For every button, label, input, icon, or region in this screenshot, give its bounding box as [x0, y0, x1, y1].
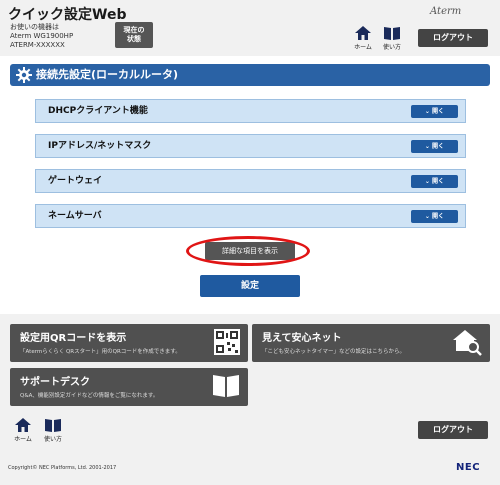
- accordion-label: ネームサーバ: [48, 211, 102, 221]
- current-status-label-1: 現在の: [123, 26, 145, 34]
- section-title: 接続先設定(ローカルルータ): [36, 68, 179, 81]
- logout-button[interactable]: ログアウト: [418, 29, 488, 47]
- accordion-ip-address[interactable]: IPアドレス/ネットマスク ⌄ 開く: [35, 134, 466, 158]
- submit-button[interactable]: 設定: [200, 275, 300, 297]
- footer-home-button[interactable]: ホーム: [10, 418, 36, 446]
- open-button[interactable]: ⌄ 開く: [411, 105, 458, 118]
- support-desk-card[interactable]: サポートデスク Q&A、機能別設定ガイドなどの情報をご覧になれます。: [10, 368, 248, 406]
- home-label: ホーム: [354, 44, 372, 51]
- book-icon: [384, 27, 400, 40]
- open-label: 開く: [432, 108, 445, 115]
- footer-usage-button[interactable]: 使い方: [40, 418, 66, 446]
- device-info: お使いの機器は Aterm WG1900HP ATERM-XXXXXX: [10, 23, 73, 50]
- mieru-anshin-card[interactable]: 見えて安心ネット 「こども安心ネットタイマー」などの設定はこちらから。: [252, 324, 490, 362]
- app-title: クイック設定Web: [8, 7, 127, 23]
- accordion-label: ゲートウェイ: [48, 176, 103, 186]
- chevron-down-icon: ⌄: [424, 143, 430, 150]
- home-icon: [355, 26, 371, 40]
- accordion-label: IPアドレス/ネットマスク: [48, 141, 152, 151]
- usage-button[interactable]: 使い方: [379, 26, 405, 54]
- gear-icon: [16, 67, 32, 83]
- qr-code-icon: [214, 329, 240, 355]
- usage-label: 使い方: [43, 436, 62, 443]
- current-status-label-2: 状態: [127, 35, 141, 43]
- accordion-name-server[interactable]: ネームサーバ ⌄ 開く: [35, 204, 466, 228]
- main-content: 接続先設定(ローカルルータ) DHCPクライアント機能 ⌄ 開く IPアドレス/…: [0, 56, 500, 314]
- open-label: 開く: [432, 213, 445, 220]
- card-description: 「Atermらくらく QRスタート」用のQRコードを作成できます。: [20, 349, 181, 355]
- qr-code-card[interactable]: 設定用QRコードを表示 「Atermらくらく QRスタート」用のQRコードを作成…: [10, 324, 248, 362]
- nec-logo: NEC: [456, 462, 481, 473]
- accordion-label: DHCPクライアント機能: [48, 106, 148, 116]
- card-title: サポートデスク: [20, 377, 90, 388]
- highlight-ring: [186, 236, 310, 266]
- device-model: Aterm WG1900HP: [10, 32, 74, 40]
- book-icon: [45, 419, 61, 432]
- open-label: 開く: [432, 143, 445, 150]
- home-button[interactable]: ホーム: [350, 26, 376, 54]
- aterm-logo: Aterm: [430, 6, 462, 17]
- open-label: 開く: [432, 178, 445, 185]
- open-button[interactable]: ⌄ 開く: [411, 175, 458, 188]
- accordion-dhcp-client[interactable]: DHCPクライアント機能 ⌄ 開く: [35, 99, 466, 123]
- open-button[interactable]: ⌄ 開く: [411, 140, 458, 153]
- home-search-icon: [453, 330, 482, 356]
- accordion-gateway[interactable]: ゲートウェイ ⌄ 開く: [35, 169, 466, 193]
- card-description: 「こども安心ネットタイマー」などの設定はこちらから。: [262, 349, 406, 355]
- open-button[interactable]: ⌄ 開く: [411, 210, 458, 223]
- card-title: 設定用QRコードを表示: [20, 333, 127, 344]
- usage-label: 使い方: [382, 44, 401, 51]
- header: クイック設定Web お使いの機器は Aterm WG1900HP ATERM-X…: [0, 0, 500, 56]
- chevron-down-icon: ⌄: [424, 178, 430, 185]
- book-icon: [213, 375, 239, 397]
- section-title-bar: 接続先設定(ローカルルータ): [10, 64, 490, 86]
- home-icon: [15, 418, 31, 432]
- current-status-button[interactable]: 現在の 状態: [115, 22, 153, 48]
- device-info-line: お使いの機器は: [10, 23, 59, 31]
- card-description: Q&A、機能別設定ガイドなどの情報をご覧になれます。: [20, 393, 159, 399]
- footer-logout-button[interactable]: ログアウト: [418, 421, 488, 439]
- chevron-down-icon: ⌄: [424, 213, 430, 220]
- copyright: Copyright© NEC Platforms, Ltd. 2001-2017: [8, 465, 117, 471]
- device-name: ATERM-XXXXXX: [10, 41, 65, 49]
- card-title: 見えて安心ネット: [262, 333, 342, 344]
- footer: 設定用QRコードを表示 「Atermらくらく QRスタート」用のQRコードを作成…: [0, 314, 500, 485]
- chevron-down-icon: ⌄: [424, 108, 430, 115]
- home-label: ホーム: [14, 436, 32, 443]
